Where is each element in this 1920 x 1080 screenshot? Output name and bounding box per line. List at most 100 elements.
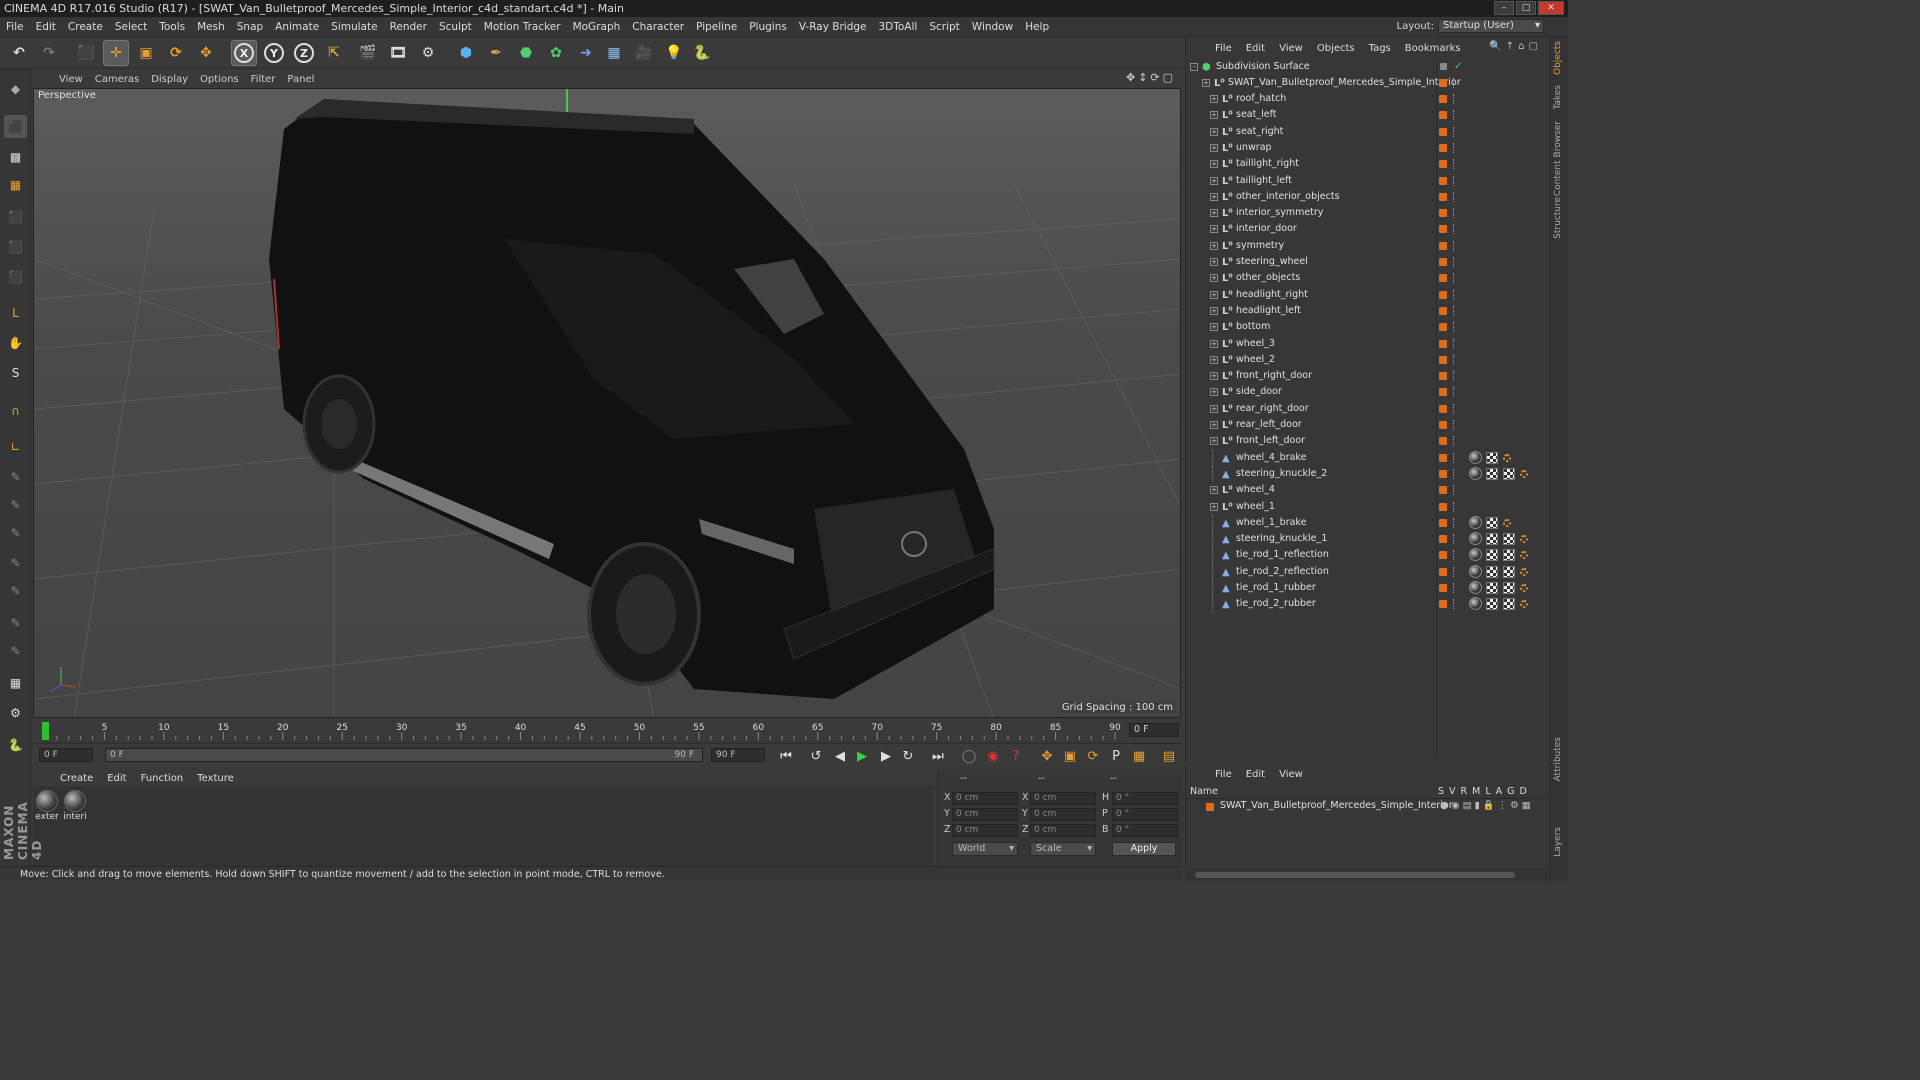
menu-script[interactable]: Script <box>923 21 965 33</box>
texture-tag-icon[interactable] <box>1486 598 1498 611</box>
menu-pipeline[interactable]: Pipeline <box>690 21 743 33</box>
close-button[interactable]: ✕ <box>1538 1 1564 15</box>
viewport-menu-display[interactable]: Display <box>145 74 194 85</box>
expand-icon[interactable]: + <box>1202 79 1210 87</box>
object-row[interactable]: ▲ wheel_1_brake <box>1186 514 1549 531</box>
visibility-dots-icon[interactable] <box>1453 387 1456 398</box>
visibility-dots-icon[interactable] <box>1453 468 1456 479</box>
texture-tag-icon[interactable] <box>1486 565 1498 578</box>
enabled-check-icon[interactable]: ✓ <box>1454 59 1462 75</box>
live-selection-icon[interactable]: ⬛ <box>73 40 99 66</box>
move-tool-icon[interactable]: ✛ <box>103 40 129 66</box>
brush-icon[interactable]: ✎ <box>4 611 27 634</box>
z-axis-lock-button[interactable]: Z <box>291 40 317 66</box>
menu-snap[interactable]: Snap <box>231 21 269 33</box>
layout-dropdown[interactable]: Startup (User) ▾ <box>1438 19 1544 33</box>
play-icon[interactable]: ▶ <box>852 746 872 766</box>
expand-icon[interactable]: + <box>1210 486 1218 495</box>
menu-animate[interactable]: Animate <box>269 21 325 33</box>
material-menu-edit[interactable]: Edit <box>100 773 133 784</box>
layer-flag-header[interactable]: V <box>1449 786 1456 797</box>
object-row[interactable]: + L⁰ steering_wheel <box>1186 254 1549 270</box>
expand-icon[interactable]: + <box>1210 339 1218 348</box>
menu-render[interactable]: Render <box>384 21 433 33</box>
rotation-field[interactable]: 0 ° <box>1112 808 1178 821</box>
visibility-dots-icon[interactable] <box>1453 371 1456 382</box>
object-menu-objects[interactable]: Objects <box>1310 43 1362 54</box>
expand-icon[interactable]: + <box>1210 388 1218 397</box>
object-row[interactable]: ▲ steering_knuckle_1 <box>1186 531 1549 548</box>
expand-icon[interactable]: + <box>1210 241 1218 250</box>
expand-icon[interactable]: + <box>1210 437 1218 446</box>
object-row[interactable]: ▲ steering_knuckle_2 <box>1186 465 1549 482</box>
layer-row[interactable]: SWAT_Van_Bulletproof_Mercedes_Simple_Int… <box>1186 800 1549 814</box>
menu-v-ray-bridge[interactable]: V-Ray Bridge <box>793 21 873 33</box>
uvw-tag-icon[interactable] <box>1520 469 1528 478</box>
object-row[interactable]: + L⁰ front_left_door <box>1186 433 1549 449</box>
horizontal-scrollbar[interactable] <box>1185 868 1548 882</box>
current-frame-field[interactable]: 0 F <box>1129 723 1179 737</box>
object-row[interactable]: + L⁰ wheel_4 <box>1186 482 1549 498</box>
size-field[interactable]: 0 cm <box>1030 824 1096 837</box>
object-row[interactable]: + L⁰ wheel_2 <box>1186 352 1549 368</box>
texture-tag-icon[interactable] <box>1486 582 1498 594</box>
position-field[interactable]: 0 cm <box>952 808 1018 821</box>
key-pla-icon[interactable]: ▦ <box>1129 746 1149 766</box>
start-frame-field[interactable]: 0 F <box>39 748 93 762</box>
lock-workplane-icon[interactable]: ▦ <box>4 671 27 694</box>
tweak-mode-icon[interactable]: ✋ <box>4 331 27 354</box>
expand-icon[interactable]: + <box>1210 306 1218 315</box>
uvw-tag-icon[interactable] <box>1503 518 1511 527</box>
object-row[interactable]: + L⁰ other_interior_objects <box>1186 189 1549 205</box>
material-tag-icon[interactable] <box>1469 597 1482 611</box>
menu-tools[interactable]: Tools <box>153 21 191 33</box>
object-menu-bookmarks[interactable]: Bookmarks <box>1398 43 1468 54</box>
menu-edit[interactable]: Edit <box>30 21 62 33</box>
snap-icon[interactable]: S <box>4 361 27 384</box>
expand-icon[interactable]: + <box>1210 355 1218 364</box>
visibility-dots-icon[interactable] <box>1453 436 1456 447</box>
texture-tag-icon[interactable] <box>1486 549 1498 562</box>
expand-icon[interactable]: + <box>1210 95 1218 103</box>
record-keys-icon[interactable]: ◯ <box>959 746 979 766</box>
brush-icon[interactable]: ✎ <box>4 521 27 544</box>
object-row[interactable]: + L⁰ seat_right <box>1186 124 1549 140</box>
object-row[interactable]: + L⁰ interior_door <box>1186 221 1549 237</box>
visibility-dots-icon[interactable] <box>1453 78 1456 88</box>
expand-icon[interactable]: + <box>1210 258 1218 266</box>
material-tag-icon[interactable] <box>1469 450 1482 464</box>
layer-menu-file[interactable]: File <box>1208 769 1239 783</box>
pen-spline-icon[interactable]: ✒ <box>483 40 509 66</box>
points-mode-icon[interactable]: ⬛ <box>4 205 27 228</box>
expand-icon[interactable]: + <box>1210 421 1218 429</box>
object-row[interactable]: ▲ tie_rod_1_rubber <box>1186 580 1549 596</box>
viewport-menu-panel[interactable]: Panel <box>281 74 320 85</box>
render-picture-viewer-icon[interactable]: 🎞 <box>385 40 411 66</box>
visibility-dots-icon[interactable] <box>1453 599 1456 610</box>
python-icon[interactable]: 🐍 <box>689 40 715 66</box>
menu-mesh[interactable]: Mesh <box>191 21 231 33</box>
apply-button[interactable]: Apply <box>1112 842 1176 856</box>
camera-icon[interactable]: 🎥 <box>631 40 657 66</box>
go-to-end-icon[interactable]: ⏭ <box>928 746 948 766</box>
material-menu-texture[interactable]: Texture <box>190 773 241 784</box>
texture-tag-icon[interactable] <box>1486 467 1498 480</box>
material-menu-function[interactable]: Function <box>134 773 191 784</box>
uvw-tag-icon[interactable] <box>1520 551 1528 560</box>
visibility-dots-icon[interactable] <box>1453 289 1456 300</box>
expand-icon[interactable]: + <box>1210 404 1218 413</box>
expand-icon[interactable]: + <box>1210 274 1218 283</box>
subdivision-surface-icon[interactable]: ⬣ <box>513 40 539 66</box>
object-row[interactable]: + L⁰ roof_hatch <box>1186 91 1549 107</box>
material-tag-icon[interactable] <box>1469 564 1482 578</box>
object-row[interactable]: + L⁰ rear_left_door <box>1186 417 1549 433</box>
expand-icon[interactable]: + <box>1210 143 1218 152</box>
object-row[interactable]: ▲ tie_rod_2_rubber <box>1186 596 1549 613</box>
object-row[interactable]: ▲ tie_rod_1_reflection <box>1186 547 1549 564</box>
material-tag-icon[interactable] <box>1469 466 1482 480</box>
object-row[interactable]: - ⬢ Subdivision Surface ✓ <box>1186 59 1549 75</box>
coordinate-system-icon[interactable]: ⇱ <box>321 40 347 66</box>
viewport-menu-filter[interactable]: Filter <box>245 74 282 85</box>
viewport-menu-options[interactable]: Options <box>194 74 245 85</box>
object-manager-tools[interactable]: 🔍↑⌂▢ <box>1489 41 1542 52</box>
